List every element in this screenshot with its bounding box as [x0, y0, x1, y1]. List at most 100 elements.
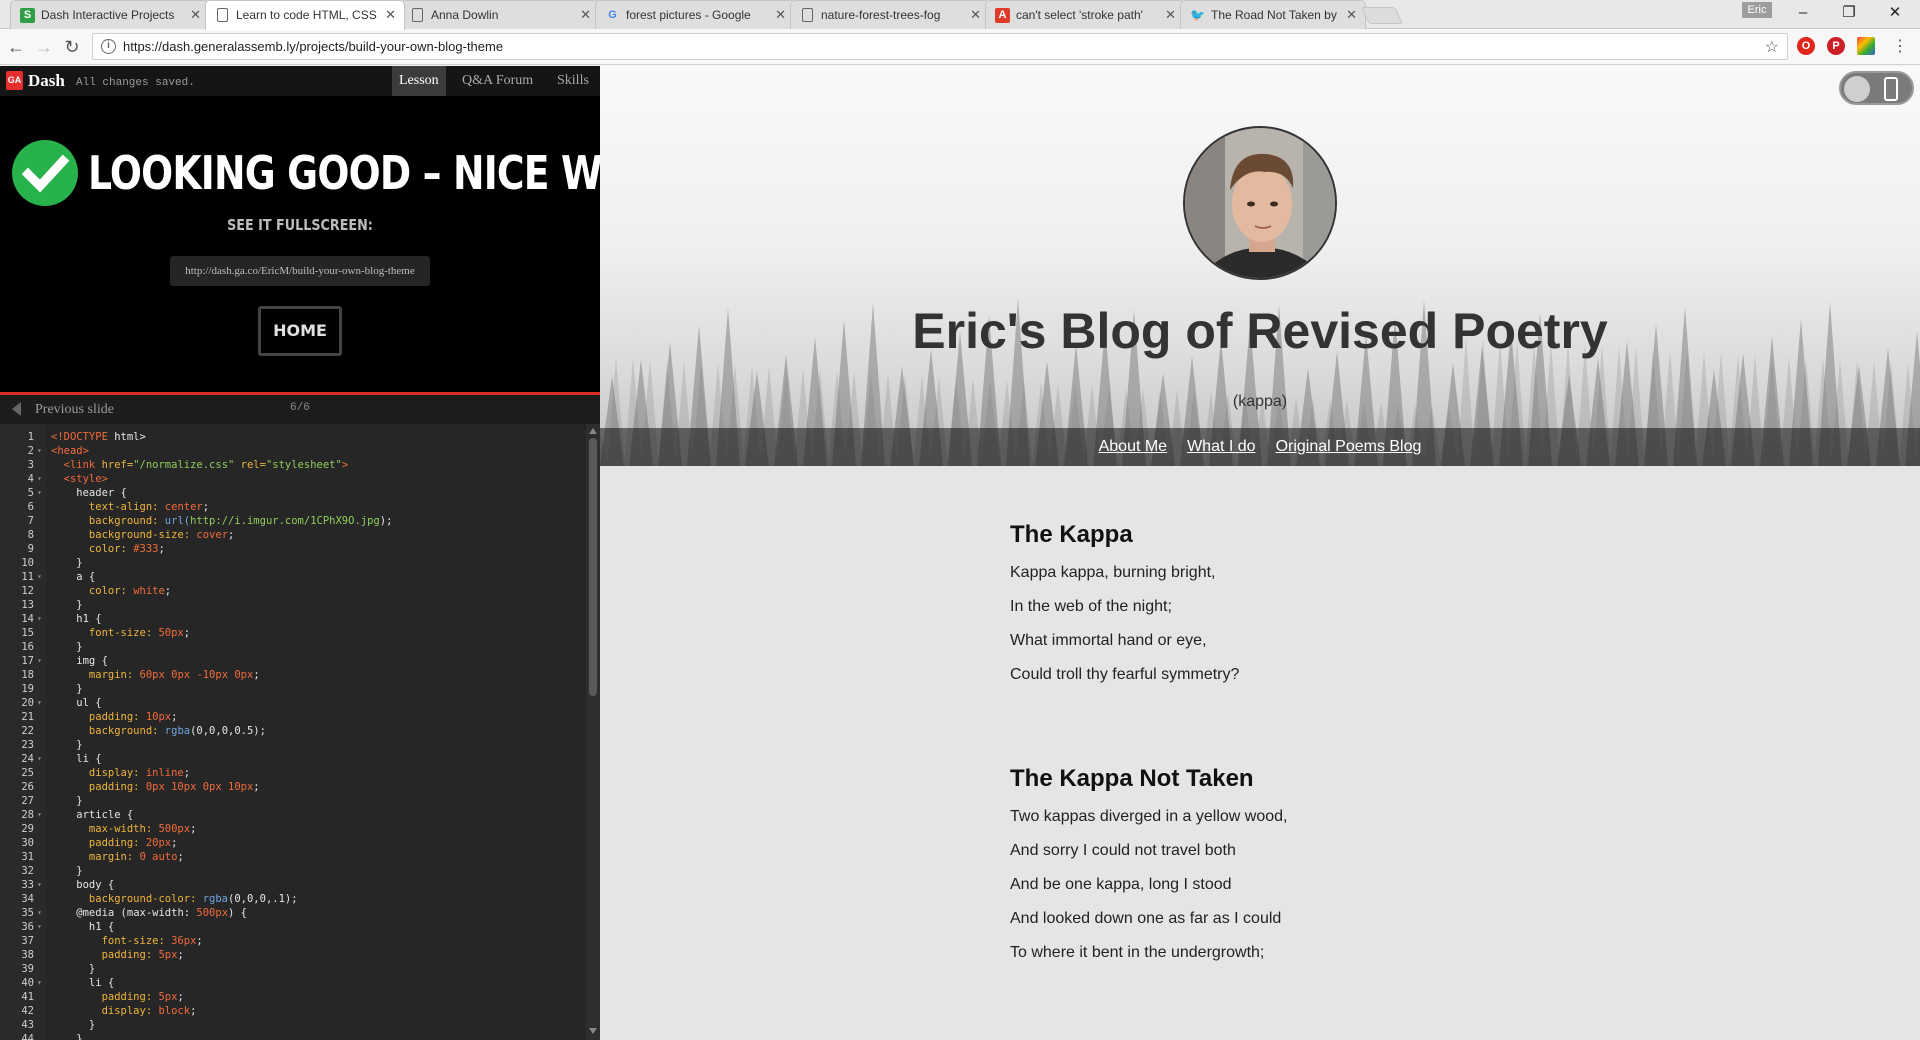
address-url[interactable]: https://dash.generalassemb.ly/projects/b… — [123, 39, 503, 54]
tab-close-icon[interactable]: ✕ — [385, 1, 396, 29]
fold-arrow-icon[interactable]: ▾ — [37, 696, 42, 710]
toggle-knob[interactable] — [1844, 76, 1870, 102]
code-line[interactable]: 44 } — [0, 1032, 586, 1040]
code-line[interactable]: 27 } — [0, 794, 586, 808]
address-bar[interactable]: i https://dash.generalassemb.ly/projects… — [92, 33, 1788, 60]
tab-qa-forum[interactable]: Q&A Forum — [455, 66, 540, 96]
editor-scrollbar[interactable] — [586, 424, 600, 1040]
fold-arrow-icon[interactable]: ▾ — [37, 612, 42, 626]
code-line[interactable]: 2 ▾ <head> — [0, 444, 586, 458]
code-line[interactable]: 28 ▾ article { — [0, 808, 586, 822]
previous-slide-link[interactable]: Previous slide — [35, 402, 114, 418]
fold-arrow-icon[interactable]: ▾ — [37, 570, 42, 584]
tab-close-icon[interactable]: ✕ — [580, 1, 591, 29]
pinterest-extension-icon[interactable]: P — [1827, 37, 1845, 55]
code-line[interactable]: 19 } — [0, 682, 586, 696]
browser-tab[interactable]: nature-forest-trees-fog ✕ — [790, 0, 990, 29]
ga-logo[interactable]: GA — [6, 71, 23, 90]
scroll-down-arrow-icon[interactable] — [589, 1028, 597, 1034]
browser-tab[interactable]: Gforest pictures - Google ✕ — [595, 0, 795, 29]
nav-link-what-i-do[interactable]: What I do — [1177, 428, 1265, 466]
fold-arrow-icon[interactable]: ▾ — [37, 878, 42, 892]
code-line[interactable]: 16 } — [0, 640, 586, 654]
tab-close-icon[interactable]: ✕ — [775, 1, 786, 29]
code-line[interactable]: 30 padding: 20px; — [0, 836, 586, 850]
info-icon[interactable]: i — [101, 39, 116, 54]
previous-arrow-icon[interactable] — [12, 402, 21, 416]
code-line[interactable]: 11 ▾ a { — [0, 570, 586, 584]
code-line[interactable]: 14 ▾ h1 { — [0, 612, 586, 626]
fold-arrow-icon[interactable]: ▾ — [37, 906, 42, 920]
scroll-up-arrow-icon[interactable] — [589, 428, 597, 434]
code-line[interactable]: 10 } — [0, 556, 586, 570]
forward-arrow-icon[interactable]: → — [32, 35, 56, 59]
code-line[interactable]: 17 ▾ img { — [0, 654, 586, 668]
code-line[interactable]: 37 font-size: 36px; — [0, 934, 586, 948]
fold-arrow-icon[interactable]: ▾ — [37, 808, 42, 822]
code-line[interactable]: 36 ▾ h1 { — [0, 920, 586, 934]
code-line[interactable]: 20 ▾ ul { — [0, 696, 586, 710]
opera-extension-icon[interactable]: O — [1797, 37, 1815, 55]
code-line[interactable]: 21 padding: 10px; — [0, 710, 586, 724]
code-line[interactable]: 12 color: white; — [0, 584, 586, 598]
code-line[interactable]: 39 } — [0, 962, 586, 976]
bookmark-star-icon[interactable]: ☆ — [1765, 37, 1779, 57]
code-line[interactable]: 7 background: url(http://i.imgur.com/1CP… — [0, 514, 586, 528]
fold-arrow-icon[interactable]: ▾ — [37, 752, 42, 766]
code-line[interactable]: 24 ▾ li { — [0, 752, 586, 766]
scroll-thumb[interactable] — [589, 438, 597, 696]
code-line[interactable]: 23 } — [0, 738, 586, 752]
code-line[interactable]: 26 padding: 0px 10px 0px 10px; — [0, 780, 586, 794]
fold-arrow-icon[interactable]: ▾ — [37, 654, 42, 668]
minimize-icon[interactable]: – — [1780, 0, 1826, 28]
browser-tab[interactable]: 🐦 The Road Not Taken by R ✕ — [1180, 0, 1366, 29]
fold-arrow-icon[interactable]: ▾ — [37, 444, 42, 458]
code-line[interactable]: 43 } — [0, 1018, 586, 1032]
code-line[interactable]: 40 ▾ li { — [0, 976, 586, 990]
code-line[interactable]: 18 margin: 60px 0px -10px 0px; — [0, 668, 586, 682]
color-extension-icon[interactable] — [1857, 37, 1875, 55]
tab-lesson[interactable]: Lesson — [392, 66, 446, 96]
nav-link-about-me[interactable]: About Me — [1089, 428, 1177, 466]
browser-tab[interactable]: Anna Dowlin ✕ — [400, 0, 600, 29]
back-arrow-icon[interactable]: ← — [4, 35, 28, 59]
fold-arrow-icon[interactable]: ▾ — [37, 920, 42, 934]
fullscreen-url-field[interactable]: http://dash.ga.co/EricM/build-your-own-b… — [170, 256, 430, 286]
tab-close-icon[interactable]: ✕ — [1165, 1, 1176, 29]
restore-icon[interactable]: ❐ — [1826, 0, 1872, 28]
code-line[interactable]: 4 ▾ <style> — [0, 472, 586, 486]
code-line[interactable]: 33 ▾ body { — [0, 878, 586, 892]
home-button[interactable]: HOME — [258, 306, 342, 356]
code-line[interactable]: 1 <!DOCTYPE html> — [0, 430, 586, 444]
menu-dots-icon[interactable]: ⋮ — [1888, 35, 1912, 59]
tab-close-icon[interactable]: ✕ — [1346, 1, 1357, 29]
tab-close-icon[interactable]: ✕ — [970, 1, 981, 29]
code-line[interactable]: 6 text-align: center; — [0, 500, 586, 514]
code-line[interactable]: 15 font-size: 50px; — [0, 626, 586, 640]
close-window-icon[interactable]: ✕ — [1872, 0, 1918, 28]
mobile-view-toggle[interactable] — [1839, 71, 1914, 105]
code-line[interactable]: 41 padding: 5px; — [0, 990, 586, 1004]
code-line[interactable]: 5 ▾ header { — [0, 486, 586, 500]
browser-tab[interactable]: Learn to code HTML, CSS ✕ — [205, 0, 405, 30]
new-tab-button[interactable] — [1361, 7, 1403, 24]
reload-icon[interactable]: ↻ — [60, 35, 84, 59]
code-line[interactable]: 42 display: block; — [0, 1004, 586, 1018]
code-line[interactable]: 31 margin: 0 auto; — [0, 850, 586, 864]
code-line[interactable]: 29 max-width: 500px; — [0, 822, 586, 836]
browser-tab[interactable]: S Dash Interactive Projects ✕ — [10, 0, 210, 29]
code-line[interactable]: 32 } — [0, 864, 586, 878]
code-line[interactable]: 35 ▾ @media (max-width: 500px) { — [0, 906, 586, 920]
code-line[interactable]: 13 } — [0, 598, 586, 612]
fold-arrow-icon[interactable]: ▾ — [37, 976, 42, 990]
browser-tab[interactable]: Acan't select 'stroke path' ✕ — [985, 0, 1185, 29]
code-line[interactable]: 22 background: rgba(0,0,0,0.5); — [0, 724, 586, 738]
code-line[interactable]: 25 display: inline; — [0, 766, 586, 780]
code-line[interactable]: 3 <link href="/normalize.css" rel="style… — [0, 458, 586, 472]
code-line[interactable]: 8 background-size: cover; — [0, 528, 586, 542]
fold-arrow-icon[interactable]: ▾ — [37, 486, 42, 500]
code-line[interactable]: 9 color: #333; — [0, 542, 586, 556]
nav-link-original-poems-blog[interactable]: Original Poems Blog — [1266, 428, 1432, 466]
tab-close-icon[interactable]: ✕ — [190, 1, 201, 29]
profile-badge[interactable]: Eric — [1742, 2, 1772, 18]
